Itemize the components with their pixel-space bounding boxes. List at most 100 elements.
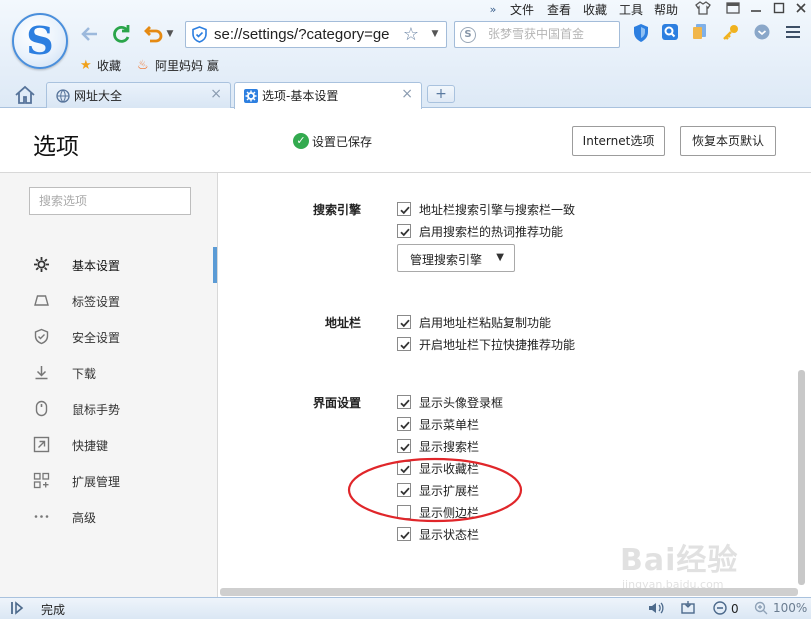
download-circle-icon[interactable] — [751, 23, 773, 45]
back-button[interactable] — [78, 22, 102, 46]
sidebar-item-label: 下载 — [72, 367, 97, 381]
option-label: 启用搜索栏的热词推荐功能 — [419, 225, 564, 239]
address-bar[interactable]: se://settings/?category=gen ☆ ▼ — [185, 21, 447, 48]
internet-options-button[interactable]: Internet选项 — [572, 126, 665, 156]
sidebar-item-tabs[interactable]: 标签设置 — [0, 283, 217, 319]
menu-favorites[interactable]: 收藏 — [583, 1, 607, 19]
key-icon[interactable] — [720, 23, 742, 45]
baidu-jingyan-watermark: Bai经验 jingyan.baidu.com — [620, 535, 780, 595]
adblock-icon[interactable] — [713, 601, 727, 617]
check-icon — [400, 399, 410, 408]
status-bar: 完成 0 100% — [0, 597, 811, 619]
checkbox[interactable] — [397, 417, 411, 431]
sidebar-item-label: 安全设置 — [72, 331, 121, 345]
new-tab-button[interactable]: + — [427, 85, 455, 103]
menu-file[interactable]: 文件 — [510, 1, 534, 19]
settings-search-input[interactable]: 搜索选项 — [29, 187, 191, 215]
manage-search-engines-button[interactable]: 管理搜索引擎 ▼ — [397, 244, 515, 272]
sidebar-item-mouse-gestures[interactable]: 鼠标手势 — [0, 391, 217, 427]
refresh-button[interactable] — [109, 22, 133, 46]
tab-icon — [34, 295, 49, 306]
gear-icon — [244, 89, 258, 103]
sidebar-item-label: 鼠标手势 — [72, 403, 121, 417]
checkbox[interactable] — [397, 315, 411, 329]
menu-view[interactable]: 查看 — [547, 1, 571, 19]
status-text: 完成 — [41, 603, 66, 617]
address-dropdown-icon[interactable]: ▼ — [427, 22, 443, 47]
sidebar-item-label: 基本设置 — [72, 259, 121, 273]
check-icon — [400, 443, 410, 452]
tab-settings[interactable]: 选项-基本设置 × — [234, 82, 422, 109]
sync-icon[interactable] — [689, 23, 711, 45]
extensions-icon — [33, 472, 50, 489]
option-label: 开启地址栏下拉快捷推荐功能 — [419, 338, 576, 352]
site-security-shield-icon[interactable] — [192, 26, 207, 43]
address-text[interactable]: se://settings/?category=gen — [214, 22, 389, 47]
menu-tools[interactable]: 工具 — [619, 1, 643, 19]
browser-chrome: S ▼ se://settings/?category=gen ☆ ▼ S 张梦… — [0, 0, 811, 109]
tab-title: 选项-基本设置 — [262, 89, 339, 103]
undo-icon — [144, 26, 163, 43]
vertical-scrollbar[interactable] — [798, 370, 805, 585]
tab-close-icon[interactable]: × — [401, 86, 413, 102]
restore-defaults-button[interactable]: 恢复本页默认 — [680, 126, 776, 156]
menu-hamburger-icon[interactable] — [782, 23, 804, 45]
section-title-interface: 界面设置 — [313, 396, 362, 410]
alimama-link[interactable]: 阿里妈妈 赢 — [155, 57, 219, 74]
checkbox[interactable] — [397, 224, 411, 238]
home-icon[interactable] — [14, 85, 36, 105]
favorites-link[interactable]: 收藏 — [97, 57, 121, 74]
skin-icon[interactable] — [692, 1, 714, 19]
watermark-url: jingyan.baidu.com — [622, 578, 724, 591]
checkbox[interactable] — [397, 202, 411, 216]
window-dock-icon[interactable] — [722, 1, 744, 19]
more-icon — [34, 515, 49, 518]
search-engine-icon[interactable]: S — [460, 27, 476, 43]
menu-help[interactable]: 帮助 — [654, 1, 678, 19]
checkbox[interactable] — [397, 527, 411, 541]
sidebar-item-advanced[interactable]: 高级 — [0, 499, 217, 535]
check-icon — [400, 206, 410, 215]
checkbox[interactable] — [397, 439, 411, 453]
checkbox[interactable] — [397, 337, 411, 351]
checkbox[interactable] — [397, 395, 411, 409]
sidebar-item-extensions[interactable]: 扩展管理 — [0, 463, 217, 499]
tab-close-icon[interactable]: × — [210, 86, 222, 102]
close-window-button[interactable] — [790, 1, 811, 19]
page-title: 选项 — [33, 134, 79, 160]
volume-icon[interactable] — [648, 601, 664, 617]
check-icon — [400, 421, 410, 430]
sidebar-item-label: 快捷键 — [72, 439, 109, 453]
tab-url-navigation[interactable]: 网址大全 × — [46, 82, 231, 108]
zoom-level[interactable]: 100% — [773, 601, 807, 615]
undo-close-tab-button[interactable] — [141, 22, 165, 46]
menu-overflow-icon[interactable]: » — [485, 2, 501, 18]
security-shield-icon[interactable] — [630, 23, 652, 45]
minimize-button[interactable] — [745, 1, 767, 19]
mouse-icon — [35, 400, 48, 417]
option-label: 启用地址栏粘贴复制功能 — [419, 316, 552, 330]
bookmark-star-icon[interactable]: ☆ — [400, 23, 422, 46]
saved-check-icon: ✓ — [293, 133, 309, 149]
sidebar-item-security[interactable]: 安全设置 — [0, 319, 217, 355]
screenshot-icon[interactable] — [659, 23, 681, 45]
undo-dropdown-icon[interactable]: ▼ — [164, 22, 176, 46]
annotation-ellipse — [347, 457, 523, 523]
back-arrow-icon — [81, 27, 97, 41]
search-input[interactable]: 张梦雪获中国首金 — [488, 22, 618, 47]
sidebar-item-shortcuts[interactable]: 快捷键 — [0, 427, 217, 463]
sidebar-item-basic[interactable]: 基本设置 — [0, 247, 217, 283]
search-bar[interactable]: S 张梦雪获中国首金 — [454, 21, 620, 48]
option-label: 显示头像登录框 — [419, 396, 504, 410]
sidebar-item-download[interactable]: 下载 — [0, 355, 217, 391]
maximize-button[interactable] — [768, 1, 790, 19]
option-label: 显示状态栏 — [419, 528, 480, 542]
network-icon[interactable] — [680, 601, 696, 617]
option-label: 地址栏搜索引擎与搜索栏一致 — [419, 203, 576, 217]
check-icon — [400, 531, 410, 540]
browser-logo[interactable]: S — [12, 13, 68, 69]
zoom-icon[interactable] — [754, 601, 768, 617]
gear-icon — [34, 257, 49, 272]
sidebar-toggle-icon[interactable] — [10, 601, 26, 615]
globe-icon — [56, 89, 70, 103]
